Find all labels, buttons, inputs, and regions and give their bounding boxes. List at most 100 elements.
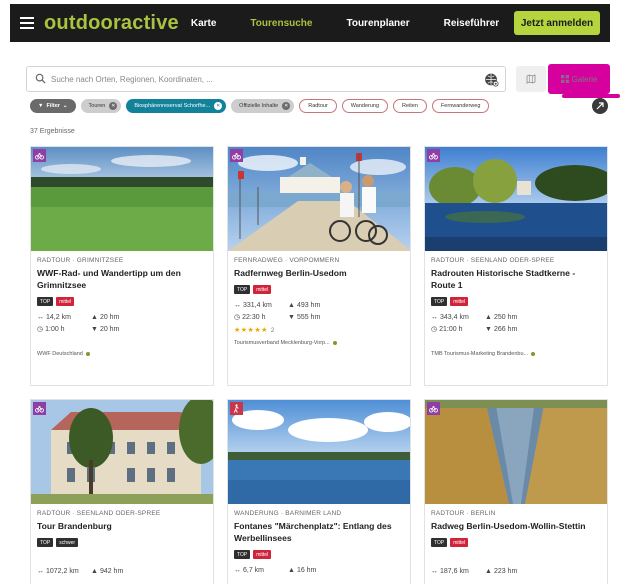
tour-title[interactable]: Radrouten Historische Stadtkerne - Route… (431, 267, 601, 291)
close-icon[interactable]: ✕ (109, 102, 118, 110)
globe-location-icon[interactable] (484, 72, 499, 87)
scroll-chips-button[interactable] (592, 98, 608, 114)
distance-icon: ↔ (37, 314, 44, 321)
chip-label: Biosphärenreservat Schorfhe... (134, 103, 211, 109)
tour-card[interactable]: RADTOUR · GRIMNITZSEE WWF-Rad- und Wande… (30, 146, 214, 386)
nav-tourenplaner[interactable]: Tourenplaner (346, 18, 409, 29)
ascent-icon: ▲ (91, 314, 98, 321)
tour-title[interactable]: Radfernweg Berlin-Usedom (234, 267, 404, 279)
verified-icon (531, 352, 536, 356)
difficulty-tag: mittel (253, 550, 272, 559)
map-view-button[interactable] (516, 66, 546, 92)
gallery-label: Galerie (571, 74, 598, 84)
distance: 14,2 km (46, 314, 71, 321)
ascent-icon: ▲ (288, 302, 295, 309)
filter-button[interactable]: ▼ Filter ⌄ (30, 99, 76, 113)
chip-label: Offizielle Inhalte (239, 103, 279, 109)
ascent: 16 hm (296, 567, 317, 574)
descent-icon: ▼ (288, 313, 295, 321)
descent: 266 hm (493, 325, 518, 333)
author[interactable]: TMB Tourismus-Marketing Brandenbu... (431, 351, 528, 357)
tour-image (228, 400, 410, 504)
nav-reisefuehrer[interactable]: Reiseführer (444, 18, 500, 29)
descent-icon: ▼ (485, 325, 492, 333)
chip-official[interactable]: Offizielle Inhalte ✕ (231, 99, 295, 113)
filter-chips: ▼ Filter ⌄ Touren ✕ Biosphärenreservat Sc… (30, 98, 570, 114)
clock-icon: ◷ (37, 326, 44, 333)
nav-karte[interactable]: Karte (191, 18, 217, 29)
tour-title[interactable]: Tour Brandenburg (37, 520, 207, 532)
tour-title[interactable]: Fontanes "Märchenplatz": Entlang des Wer… (234, 520, 404, 544)
difficulty-tag: mittel (56, 297, 75, 306)
top-tag: TOP (431, 297, 448, 306)
tour-category: RADTOUR · SEENLAND ODER-SPREE (431, 257, 555, 264)
clock-icon: ◷ (234, 314, 241, 321)
bike-icon (230, 149, 243, 162)
rating-count: 2 (270, 328, 275, 334)
tour-card[interactable]: FERNRADWEG · VORPOMMERN Radfernweg Berli… (227, 146, 411, 386)
bike-icon (427, 402, 440, 415)
ascent: 493 hm (296, 302, 321, 309)
filter-label: Filter (46, 103, 60, 109)
search-box (26, 66, 506, 92)
tour-image (228, 147, 410, 251)
ascent: 250 hm (493, 314, 518, 321)
distance-icon: ↔ (431, 314, 438, 321)
results-count: 37 Ergebnisse (30, 128, 75, 135)
close-icon[interactable]: ✕ (214, 102, 223, 110)
chip-fernwanderweg[interactable]: Fernwanderweg (431, 99, 490, 113)
author[interactable]: WWF Deutschland (37, 351, 83, 357)
rating: ★★★★★ 2 (234, 326, 404, 334)
tour-image (425, 400, 607, 504)
chip-biosphere[interactable]: Biosphärenreservat Schorfhe... ✕ (126, 99, 227, 113)
distance: 331,4 km (243, 302, 272, 309)
difficulty-tag: mittel (450, 297, 469, 306)
distance-icon: ↔ (431, 568, 438, 575)
tour-card[interactable]: RADTOUR · SEENLAND ODER-SPREE Tour Brand… (30, 399, 214, 584)
arrow-right-icon (596, 102, 604, 110)
ascent: 942 hm (99, 568, 124, 575)
tour-image (31, 147, 213, 251)
chip-radtour[interactable]: Radtour (299, 99, 337, 113)
menu-icon[interactable] (20, 17, 34, 29)
tour-card[interactable]: RADTOUR · BERLIN Radweg Berlin-Usedom-Wo… (424, 399, 608, 584)
chip-wanderung[interactable]: Wanderung (341, 99, 389, 113)
tour-title[interactable]: Radweg Berlin-Usedom-Wollin-Stettin (431, 520, 601, 532)
ascent: 20 hm (99, 314, 120, 321)
duration: 1:00 h (45, 325, 65, 333)
difficulty-tag: mittel (253, 285, 272, 294)
login-button[interactable]: Jetzt anmelden (514, 11, 600, 35)
top-tag: TOP (37, 538, 54, 547)
search-input[interactable] (51, 71, 471, 88)
descent: 20 hm (99, 325, 120, 333)
distance: 6,7 km (243, 567, 265, 574)
close-icon[interactable]: ✕ (282, 102, 291, 110)
bike-icon (33, 149, 46, 162)
difficulty-tag: mittel (450, 538, 469, 547)
tour-card[interactable]: RADTOUR · SEENLAND ODER-SPREE Radrouten … (424, 146, 608, 386)
ascent: 223 hm (493, 568, 518, 575)
top-navigation-bar: outdooractive Karte Tourensuche Tourenpl… (10, 4, 610, 42)
chip-reiten[interactable]: Reiten (393, 99, 427, 113)
bike-icon (427, 149, 440, 162)
logo[interactable]: outdooractive (44, 12, 179, 35)
difficulty-tag: schwer (56, 538, 79, 547)
gallery-view-button[interactable]: Galerie (548, 64, 610, 94)
tour-title[interactable]: WWF-Rad- und Wandertipp um den Grimnitzs… (37, 267, 207, 291)
funnel-icon: ▼ (38, 103, 44, 109)
map-icon (526, 74, 536, 84)
tour-card[interactable]: WANDERUNG · BARNIMER LAND Fontanes "Märc… (227, 399, 411, 584)
distance: 187,6 km (440, 568, 469, 575)
top-tag: TOP (431, 538, 448, 547)
search-row: Galerie (26, 64, 620, 98)
bike-icon (33, 402, 46, 415)
descent-icon: ▼ (91, 325, 98, 333)
top-tag: TOP (37, 297, 54, 306)
tour-category: RADTOUR · BERLIN (431, 510, 496, 517)
tour-category: WANDERUNG · BARNIMER LAND (234, 510, 342, 517)
tour-image (31, 400, 213, 504)
author[interactable]: Tourismusverband Mecklenburg-Vorp... (234, 340, 330, 346)
chip-touren[interactable]: Touren ✕ (80, 99, 122, 113)
ascent-icon: ▲ (288, 567, 295, 574)
nav-tourensuche[interactable]: Tourensuche (250, 18, 312, 29)
